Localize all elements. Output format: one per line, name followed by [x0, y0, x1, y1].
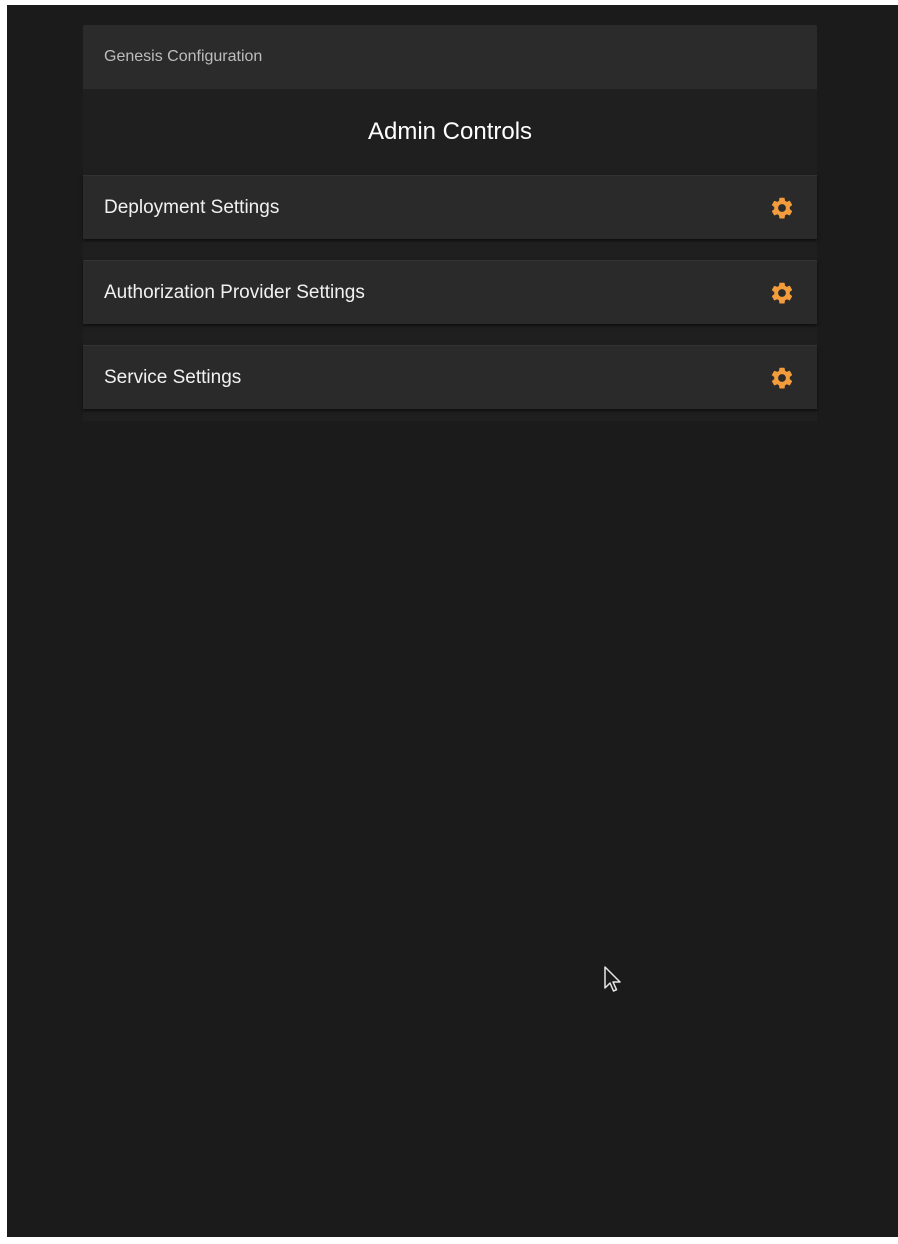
mouse-pointer-icon: [604, 966, 621, 992]
configuration-panel: Genesis Configuration Admin Controls Dep…: [83, 25, 817, 421]
page-title: Admin Controls: [367, 118, 533, 145]
gear-icon[interactable]: [769, 365, 795, 391]
app-screen: Genesis Configuration Admin Controls Dep…: [7, 5, 898, 1237]
service-settings-row[interactable]: Service Settings: [83, 345, 817, 409]
authorization-provider-settings-row[interactable]: Authorization Provider Settings: [83, 260, 817, 324]
deployment-settings-label: Deployment Settings: [104, 196, 280, 218]
deployment-settings-row[interactable]: Deployment Settings: [83, 175, 817, 239]
authorization-provider-settings-label: Authorization Provider Settings: [104, 281, 365, 303]
gear-icon[interactable]: [769, 280, 795, 306]
gear-icon[interactable]: [769, 195, 795, 221]
panel-header-title: Genesis Configuration: [104, 48, 263, 65]
service-settings-label: Service Settings: [104, 366, 242, 388]
panel-header: Genesis Configuration: [83, 25, 817, 89]
